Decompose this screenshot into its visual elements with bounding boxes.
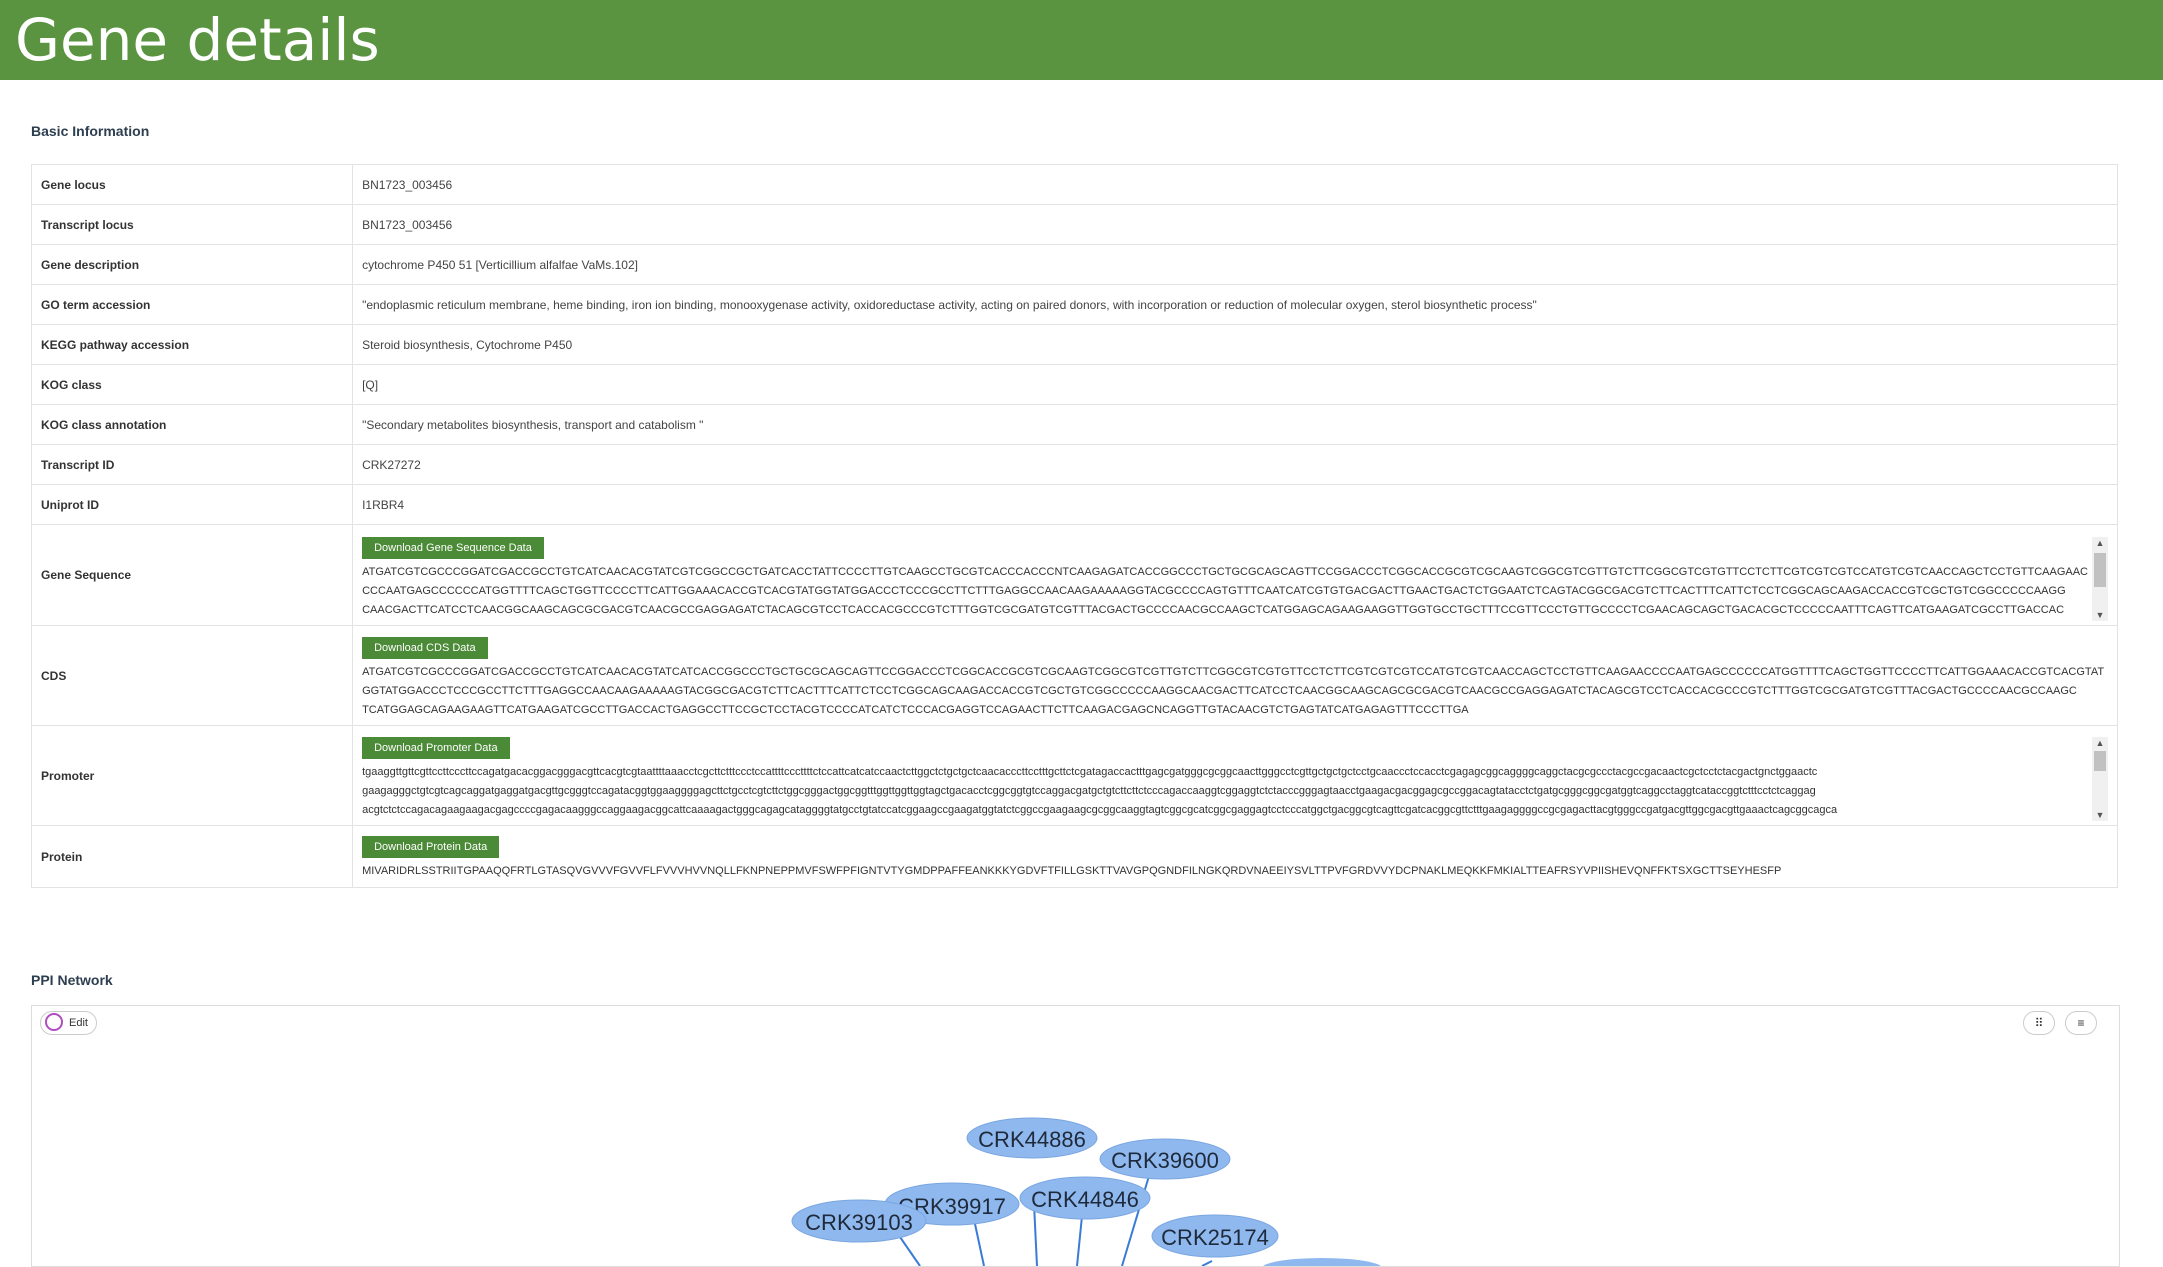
- table-row: Transcript locus BN1723_003456: [30, 204, 2118, 245]
- protein-sequence: MIVARIDRLSSTRIITGPAAQQFRTLGTASQVGVVVFGVV…: [362, 865, 1782, 877]
- table-row: Gene description cytochrome P450 51 [Ver…: [30, 244, 2118, 285]
- gene-sequence-scrollbar[interactable]: ▲ ▼: [2092, 536, 2108, 621]
- download-cds-button[interactable]: Download CDS Data: [362, 637, 488, 659]
- row-label: Gene Sequence: [30, 524, 354, 626]
- sequence-line: ATGATCGTCGCCCGGATCGACCGCCTGTCATCAACACGTA…: [362, 666, 2105, 678]
- sequence-line: gaagagggctgtcgtcagcaggatgaggatgacgttgcgg…: [362, 785, 1816, 797]
- graph-edge: [974, 1223, 985, 1266]
- transcript-locus-value: BN1723_003456: [352, 204, 2118, 245]
- row-label: CDS: [30, 625, 354, 726]
- scroll-down-icon[interactable]: ▼: [2092, 809, 2108, 821]
- row-label: KEGG pathway accession: [30, 324, 354, 365]
- promoter-scrollbar[interactable]: ▲ ▼: [2092, 737, 2108, 821]
- row-label: KOG class annotation: [30, 404, 354, 445]
- row-label: Gene locus: [30, 164, 354, 205]
- sequence-line: CAACGACTTCATCCTCAACGGCAAGCAGCGCGACGTCAAC…: [362, 603, 2065, 616]
- sequence-line: GGTATGGACCCTCCCGCCTTCTTTGAGGCCAACAAGAAAA…: [362, 685, 2077, 697]
- graph-node-partial[interactable]: [1262, 1258, 1382, 1266]
- row-label: Promoter: [30, 725, 354, 826]
- table-row: Uniprot ID I1RBR4: [30, 484, 2118, 525]
- node-label: CRK39103: [805, 1210, 913, 1235]
- row-label: Transcript locus: [30, 204, 354, 245]
- gene-locus-value: BN1723_003456: [352, 164, 2118, 205]
- scroll-thumb[interactable]: [2094, 552, 2106, 587]
- cds-box: ATGATCGTCGCCCGGATCGACCGCCTGTCATCAACACGTA…: [362, 663, 2108, 720]
- graph-node[interactable]: CRK25174: [1151, 1214, 1279, 1258]
- table-row: Protein Download Protein Data MIVARIDRLS…: [30, 825, 2118, 888]
- table-row: CDS Download CDS Data ATGATCGTCGCCCGGATC…: [30, 625, 2118, 726]
- row-label: GO term accession: [30, 284, 354, 325]
- row-label: Uniprot ID: [30, 484, 354, 525]
- graph-node[interactable]: CRK44886: [966, 1117, 1098, 1159]
- ppi-graph[interactable]: CRK44886 CRK39600 CRK39917 CRK44846 CRK3…: [32, 1006, 2119, 1266]
- gene-sequence-box[interactable]: ATGATCGTCGCCCGGATCGACCGCCTGTCATCAACACGTA…: [362, 536, 2108, 621]
- table-row: Gene Sequence Download Gene Sequence Dat…: [30, 524, 2118, 626]
- transcript-id-value: CRK27272: [352, 444, 2118, 485]
- row-label: Gene description: [30, 244, 354, 285]
- promoter-box[interactable]: tgaaggttgttcgttccttcccttccagatgacacggacg…: [362, 737, 2108, 821]
- graph-edge: [1121, 1165, 1153, 1266]
- scroll-up-icon[interactable]: ▲: [2092, 737, 2108, 749]
- row-label: KOG class: [30, 364, 354, 405]
- table-row: KEGG pathway accession Steroid biosynthe…: [30, 324, 2118, 365]
- uniprot-id-value: I1RBR4: [352, 484, 2118, 525]
- ppi-network-title: PPI Network: [31, 972, 113, 988]
- go-term-link[interactable]: "endoplasmic reticulum membrane, heme bi…: [352, 284, 2118, 325]
- kog-annotation-value: "Secondary metabolites biosynthesis, tra…: [352, 404, 2118, 445]
- table-row: KOG class [Q]: [30, 364, 2118, 405]
- row-label: Protein: [30, 825, 354, 888]
- sequence-line: CCCAATGAGCCCCCCATGGTTTTCAGCTGGTTCCCCTTCA…: [362, 584, 2066, 597]
- table-row: KOG class annotation "Secondary metaboli…: [30, 404, 2118, 445]
- gene-description-value: cytochrome P450 51 [Verticillium alfalfa…: [352, 244, 2118, 285]
- node-label: CRK39600: [1111, 1148, 1219, 1173]
- graph-node[interactable]: CRK39103: [791, 1199, 927, 1243]
- sequence-line: ATGATCGTCGCCCGGATCGACCGCCTGTCATCAACACGTA…: [362, 565, 2088, 578]
- page-title: Gene details: [15, 6, 380, 74]
- node-label: CRK25174: [1161, 1225, 1269, 1250]
- basic-info-table: Gene locus BN1723_003456 Transcript locu…: [30, 164, 2118, 888]
- node-label: CRK44886: [978, 1127, 1086, 1152]
- kog-class-value: [Q]: [352, 364, 2118, 405]
- sequence-line: tgaaggttgttcgttccttcccttccagatgacacggacg…: [362, 766, 1818, 778]
- row-label: Transcript ID: [30, 444, 354, 485]
- node-label: CRK44846: [1031, 1187, 1139, 1212]
- scroll-thumb[interactable]: [2094, 751, 2106, 771]
- download-promoter-button[interactable]: Download Promoter Data: [362, 737, 510, 759]
- scroll-up-icon[interactable]: ▲: [2092, 537, 2108, 549]
- graph-edge: [1076, 1215, 1083, 1266]
- table-row: Gene locus BN1723_003456: [30, 164, 2118, 205]
- page-header: Gene details: [0, 0, 2163, 80]
- table-row: Transcript ID CRK27272: [30, 444, 2118, 485]
- scroll-down-icon[interactable]: ▼: [2092, 609, 2108, 621]
- sequence-line: acgtctctccagacagaagaagacgagccccgagacaagg…: [362, 804, 1838, 816]
- download-gene-sequence-button[interactable]: Download Gene Sequence Data: [362, 536, 544, 559]
- table-row: GO term accession "endoplasmic reticulum…: [30, 284, 2118, 325]
- graph-node[interactable]: CRK39600: [1099, 1138, 1231, 1180]
- basic-info-title: Basic Information: [31, 123, 150, 139]
- graph-node[interactable]: CRK44846: [1019, 1176, 1151, 1220]
- graph-edge: [1201, 1260, 1213, 1266]
- sequence-line: TCATGGAGCAGAAGAAGTTCATGAAGATCGCCTTGACCAC…: [362, 704, 1469, 716]
- table-row: Promoter Download Promoter Data tgaaggtt…: [30, 725, 2118, 826]
- download-protein-button[interactable]: Download Protein Data: [362, 836, 500, 858]
- ppi-network-panel[interactable]: Edit ⠿ ≡ CRK44886 CRK39600 CRK39917 CRK4…: [31, 1005, 2120, 1267]
- kegg-pathway-link[interactable]: Steroid biosynthesis, Cytochrome P450: [352, 324, 2118, 365]
